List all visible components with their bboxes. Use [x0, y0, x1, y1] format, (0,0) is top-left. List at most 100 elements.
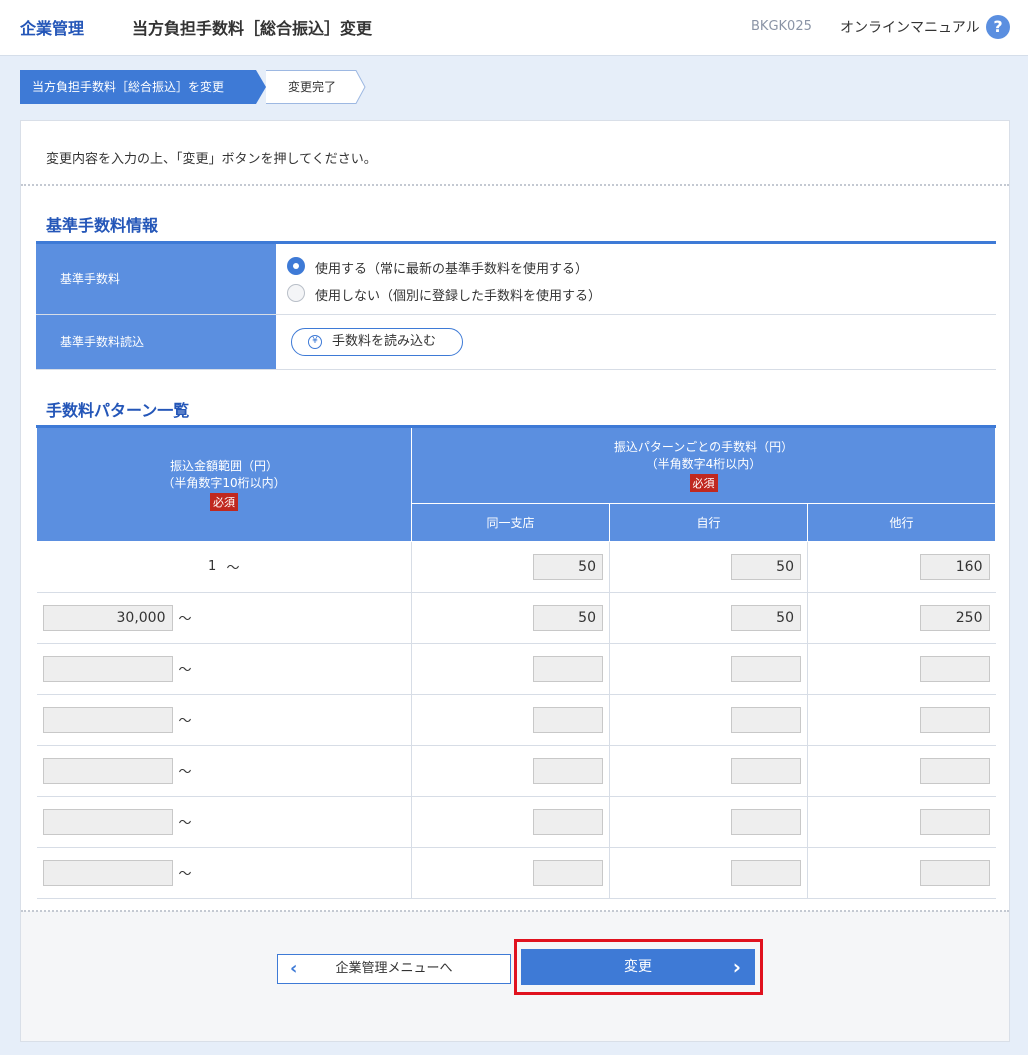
- range-from-input[interactable]: 30,000: [42, 604, 173, 631]
- range-from-input[interactable]: [42, 706, 173, 733]
- fee-same-input[interactable]: [533, 808, 603, 835]
- fee-own-input[interactable]: [731, 808, 801, 835]
- range-header-line2: （半角数字10桁以内）: [162, 476, 286, 491]
- range-tilde: ～: [178, 867, 192, 882]
- range-from-input[interactable]: [42, 655, 173, 682]
- range-cell: ～: [36, 796, 412, 848]
- divider: [21, 184, 1009, 186]
- fee-header-line1: 振込パターンごとの手数料（円）: [613, 440, 794, 455]
- col-other-bank: 他行: [807, 502, 996, 542]
- col-same-branch: 同一支店: [411, 502, 610, 542]
- range-tilde: ～: [178, 816, 192, 831]
- back-to-menu-button[interactable]: ‹ 企業管理メニューへ: [277, 954, 511, 984]
- range-from-input[interactable]: [42, 808, 173, 835]
- fee-cell: [609, 694, 808, 746]
- fee-cell: 50: [609, 541, 808, 593]
- step-next: 変更完了: [287, 80, 336, 94]
- range-tilde: ～: [178, 714, 192, 729]
- fee-other-input[interactable]: 250: [919, 604, 990, 631]
- table-row: ～: [36, 847, 996, 899]
- fee-own-input[interactable]: [731, 859, 801, 886]
- page-title: 当方負担手数料［総合振込］変更: [132, 19, 373, 38]
- fee-same-input[interactable]: [533, 706, 603, 733]
- required-badge: 必須: [210, 493, 238, 512]
- range-cell: 1 ～: [36, 541, 412, 593]
- fee-cell: 250: [807, 592, 996, 644]
- fee-cell: [411, 796, 610, 848]
- back-button-label: 企業管理メニューへ: [335, 961, 453, 976]
- table-row: ～: [36, 643, 996, 695]
- fee-own-input[interactable]: [731, 706, 801, 733]
- range-from-input[interactable]: [42, 757, 173, 784]
- fee-cell: [411, 847, 610, 899]
- fee-same-input[interactable]: [533, 859, 603, 886]
- table-row: ～: [36, 694, 996, 746]
- fee-other-input[interactable]: [919, 808, 990, 835]
- chevron-right-icon: ›: [732, 955, 741, 979]
- base-fee-load-row: 基準手数料読込 ¥ 手数料を読み込む: [36, 315, 996, 370]
- fee-cell: [807, 847, 996, 899]
- range-cell: ～: [36, 847, 412, 899]
- required-badge: 必須: [689, 474, 718, 493]
- online-manual-link[interactable]: オンラインマニュアル: [840, 17, 980, 37]
- table-row: 30,000 ～ 50 50 250: [36, 592, 996, 644]
- fee-other-input[interactable]: [919, 655, 990, 682]
- fee-same-input[interactable]: [533, 757, 603, 784]
- range-cell: ～: [36, 643, 412, 695]
- fee-cell: [609, 745, 808, 797]
- fee-own-input[interactable]: [731, 757, 801, 784]
- submit-change-button[interactable]: 変更 ›: [521, 949, 755, 985]
- range-from-input[interactable]: [42, 859, 173, 886]
- fee-other-input[interactable]: 160: [919, 553, 990, 580]
- range-header-line1: 振込金額範囲（円）: [169, 459, 278, 474]
- fee-other-input[interactable]: [919, 757, 990, 784]
- chevron-left-icon: ‹: [290, 958, 298, 979]
- fee-own-input[interactable]: [731, 655, 801, 682]
- range-header: 振込金額範囲（円） （半角数字10桁以内） 必須: [36, 428, 412, 542]
- section-name[interactable]: 企業管理: [20, 15, 84, 39]
- patterns-title: 手数料パターン一覧: [46, 401, 190, 420]
- range-from-static: 1: [208, 559, 217, 574]
- fee-cell: [609, 643, 808, 695]
- fee-cell: [807, 745, 996, 797]
- table-row: ～: [36, 745, 996, 797]
- submit-button-label: 変更: [624, 959, 652, 975]
- radio-use-label: 使用する（常に最新の基準手数料を使用する）: [315, 262, 589, 277]
- range-cell: ～: [36, 694, 412, 746]
- fee-other-input[interactable]: [919, 706, 990, 733]
- fee-cell: [609, 847, 808, 899]
- fee-other-input[interactable]: [919, 859, 990, 886]
- fee-cell: 160: [807, 541, 996, 593]
- load-fee-button[interactable]: ¥ 手数料を読み込む: [291, 328, 463, 356]
- instruction-text: 変更内容を入力の上、「変更」ボタンを押してください。: [46, 152, 377, 167]
- fee-cell: [609, 796, 808, 848]
- col-own-bank: 自行: [609, 502, 808, 542]
- fee-cell: [411, 745, 610, 797]
- range-tilde: ～: [178, 663, 192, 678]
- fee-header: 振込パターンごとの手数料（円） （半角数字4桁以内） 必須: [411, 428, 996, 504]
- fee-cell: [411, 694, 610, 746]
- fee-same-input[interactable]: 50: [533, 604, 603, 631]
- screen-id: BKGK025: [751, 19, 812, 34]
- radio-use[interactable]: [287, 257, 305, 275]
- fee-own-input[interactable]: 50: [731, 553, 801, 580]
- fee-own-input[interactable]: 50: [731, 604, 801, 631]
- step-current: 当方負担手数料［総合振込］を変更: [20, 70, 256, 104]
- table-row: 1 ～ 50 50 160: [36, 541, 996, 593]
- range-tilde: ～: [178, 612, 192, 627]
- fee-cell: [807, 796, 996, 848]
- yen-coin-icon: ¥: [308, 335, 322, 349]
- base-fee-load-label: 基準手数料読込: [36, 315, 276, 369]
- range-tilde: ～: [178, 765, 192, 780]
- help-icon[interactable]: ?: [986, 15, 1010, 39]
- divider: [21, 910, 1009, 912]
- base-info-title: 基準手数料情報: [46, 216, 159, 235]
- fee-pattern-table: 振込金額範囲（円） （半角数字10桁以内） 必須 振込パターンごとの手数料（円）…: [36, 428, 996, 899]
- main-card: 変更内容を入力の上、「変更」ボタンを押してください。 基準手数料情報 基準手数料…: [20, 120, 1010, 1042]
- radio-not-use[interactable]: [287, 284, 305, 302]
- fee-same-input[interactable]: [533, 655, 603, 682]
- fee-cell: 50: [411, 541, 610, 593]
- fee-same-input[interactable]: 50: [533, 553, 603, 580]
- fee-header-line2: （半角数字4桁以内）: [645, 457, 762, 472]
- fee-cell: 50: [411, 592, 610, 644]
